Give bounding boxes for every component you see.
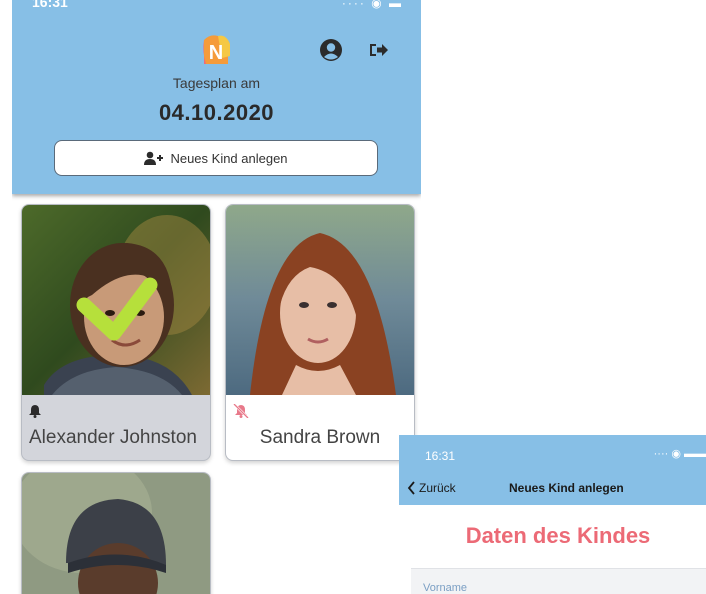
new-child-form-screen: 16:31 ···· ◉ ▬▬ Zurück Neues Kind anlege… xyxy=(399,435,706,594)
app-logo: N xyxy=(203,35,230,64)
sign-out-icon[interactable] xyxy=(367,38,391,62)
back-button-label: Zurück xyxy=(419,481,456,495)
new-child-button[interactable]: Neues Kind anlegen xyxy=(54,140,378,176)
status-time: 16:31 xyxy=(32,0,68,10)
tagesplan-label: Tagesplan am xyxy=(172,75,261,91)
bell-icon[interactable] xyxy=(29,404,41,418)
first-name-label: Vorname xyxy=(423,582,468,594)
child-photo xyxy=(226,205,414,395)
child-photo xyxy=(22,205,210,395)
logo-letter: N xyxy=(209,42,223,64)
user-circle-icon[interactable] xyxy=(319,38,343,62)
new-child-button-label: Neues Kind anlegen xyxy=(170,150,288,166)
status-icons: ···· ◉ ▬ xyxy=(341,0,403,10)
nav-bar: 16:31 ···· ◉ ▬▬ Zurück Neues Kind anlege… xyxy=(399,435,706,505)
section-title: Daten des Kindes xyxy=(465,523,651,548)
child-photo xyxy=(22,473,210,594)
back-button[interactable]: Zurück xyxy=(407,481,456,495)
header: 16:31 ···· ◉ ▬ N Tagesplan am 04.10.2020 xyxy=(12,0,421,194)
child-card[interactable]: Sandra Brown xyxy=(225,204,415,461)
nav-title: Neues Kind anlegen xyxy=(509,481,624,495)
main-screen: 16:31 ···· ◉ ▬ N Tagesplan am 04.10.2020 xyxy=(12,0,421,594)
bell-slash-icon[interactable] xyxy=(233,404,249,418)
plan-date: 04.10.2020 xyxy=(158,100,275,125)
child-name: Sandra Brown xyxy=(259,427,381,448)
user-plus-icon xyxy=(144,151,164,165)
child-card[interactable]: Alexander Johnston xyxy=(21,204,211,461)
child-name: Alexander Johnston xyxy=(29,427,197,448)
child-card[interactable] xyxy=(21,472,211,594)
chevron-left-icon xyxy=(407,481,415,495)
status-icons: ···· ◉ ▬▬ xyxy=(653,448,706,460)
status-time: 16:31 xyxy=(425,449,456,463)
